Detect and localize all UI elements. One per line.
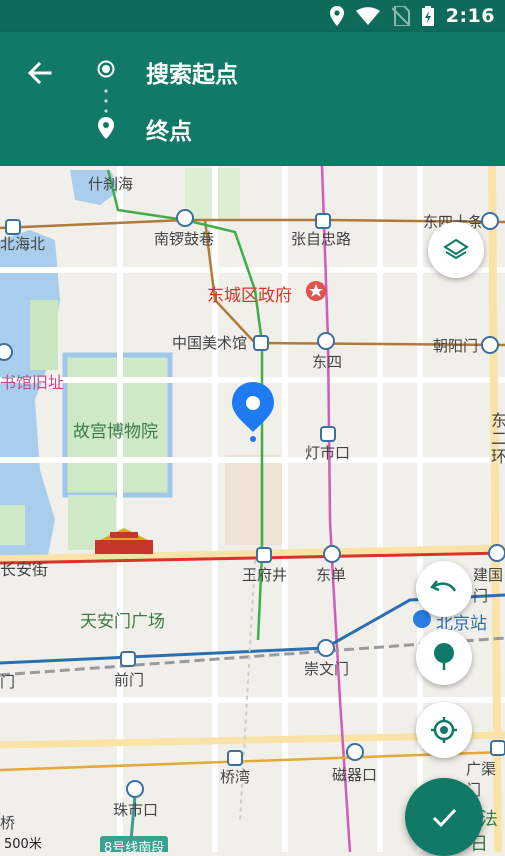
station-label: 建国门 [473, 566, 504, 605]
poi-label: 北海北 [0, 235, 46, 253]
station-label: 王府井 [242, 566, 288, 584]
station-label: 桥 [0, 814, 16, 832]
my-location-button[interactable] [416, 702, 472, 758]
pick-point-button[interactable] [416, 629, 472, 685]
station-label: 磁器口 [332, 766, 378, 784]
station-label: 南锣鼓巷 [154, 230, 215, 248]
poi-label: 什刹海 [88, 175, 134, 193]
location-icon [329, 6, 344, 26]
start-point-input[interactable]: 搜索起点 [146, 55, 238, 89]
station-label: 东单 [316, 566, 347, 584]
no-sim-icon [391, 6, 410, 26]
road-label: 长安街 [0, 560, 49, 579]
map-marker-icon [434, 643, 454, 670]
status-icons: 2:16 [329, 4, 495, 28]
station-label: 中国美术馆 [172, 334, 248, 352]
status-bar: 2:16 [0, 0, 505, 32]
clock: 2:16 [445, 5, 495, 27]
station-label: 东四 [312, 353, 343, 371]
poi-label: 故宫博物院 [73, 422, 158, 442]
station-label: 崇文门 [304, 660, 350, 678]
route-header: 搜索起点 终点 [0, 32, 505, 166]
poi-label: 东城区政府 [207, 286, 292, 306]
undo-icon [430, 580, 457, 592]
swap-route-button[interactable] [416, 561, 472, 617]
route-connector-dots [104, 88, 108, 114]
crosshair-icon [431, 717, 457, 743]
metro-line-label: 8号线南段 [100, 836, 169, 852]
start-point-icon [97, 60, 115, 78]
station-label: 前门 [114, 671, 145, 689]
station-label: 桥湾 [220, 768, 251, 786]
back-button[interactable] [24, 57, 56, 89]
poi-label: 书馆旧址 [0, 373, 65, 392]
station-label: 朝阳门 [433, 337, 479, 355]
station-label: 门 [0, 673, 16, 691]
arrow-left-icon [27, 61, 52, 85]
map-scale: 500米 [4, 837, 42, 852]
station-label: 珠市口 [113, 801, 159, 819]
end-point-icon [97, 117, 115, 139]
check-icon [432, 808, 457, 828]
layers-icon [443, 238, 469, 260]
confirm-button[interactable] [405, 778, 483, 856]
poi-label: 天安门广场 [80, 612, 165, 632]
battery-charging-icon [421, 6, 434, 26]
road-label: 东二环 [491, 411, 505, 466]
map-layers-button[interactable] [428, 222, 484, 278]
station-label: 灯市口 [305, 444, 351, 462]
station-label: 张自忠路 [291, 230, 352, 248]
wifi-icon [355, 7, 380, 25]
end-point-input[interactable]: 终点 [146, 112, 192, 146]
